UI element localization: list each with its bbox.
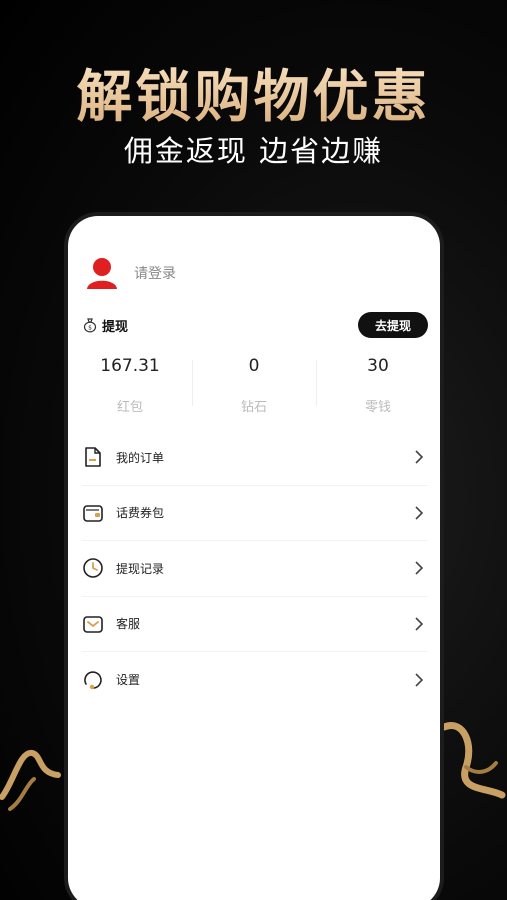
message-icon xyxy=(82,613,104,635)
app-screen: 请登录 $ 提现 去提现 167.31 红包 0 钻石 30 零钱 我的订单 话… xyxy=(68,216,440,900)
chevron-right-icon xyxy=(415,450,424,464)
stat-label: 红包 xyxy=(116,400,143,415)
stat-diamond[interactable]: 0 钻石 xyxy=(192,356,316,415)
money-bag-icon: $ xyxy=(83,318,97,333)
menu-item-customer-service[interactable]: 客服 xyxy=(82,597,428,652)
order-icon xyxy=(82,446,104,468)
ribbon-right-decoration xyxy=(440,722,506,799)
stat-change[interactable]: 30 零钱 xyxy=(316,356,440,415)
menu-item-label: 我的订单 xyxy=(116,450,165,465)
withdraw-button[interactable]: 去提现 xyxy=(358,312,428,338)
menu-item-orders[interactable]: 我的订单 xyxy=(82,430,428,486)
menu-item-label: 话费券包 xyxy=(116,506,165,521)
withdraw-label: 提现 xyxy=(102,319,129,335)
menu-item-settings[interactable]: 设置 xyxy=(82,652,428,708)
stat-label: 零钱 xyxy=(364,400,391,415)
settings-icon xyxy=(82,669,104,691)
wallet-icon xyxy=(82,502,104,524)
stat-red-packet[interactable]: 167.31 红包 xyxy=(68,356,192,415)
menu-item-label: 设置 xyxy=(116,673,141,688)
login-prompt[interactable]: 请登录 xyxy=(134,263,176,283)
ribbon-left-decoration xyxy=(0,750,61,811)
stat-label: 钻石 xyxy=(240,400,267,415)
menu-item-label: 客服 xyxy=(116,617,141,632)
stat-value: 0 xyxy=(248,356,260,376)
chevron-right-icon xyxy=(415,561,424,575)
stat-value: 167.31 xyxy=(100,356,160,376)
phone-frame: 请登录 $ 提现 去提现 167.31 红包 0 钻石 30 零钱 我的订单 话… xyxy=(64,212,444,900)
balance-stats: 167.31 红包 0 钻石 30 零钱 xyxy=(68,356,440,415)
login-row[interactable]: 请登录 xyxy=(86,256,176,290)
menu-list: 我的订单 话费券包 提现记录 客服 设置 xyxy=(82,430,428,708)
menu-item-withdraw-history[interactable]: 提现记录 xyxy=(82,541,428,597)
svg-text:$: $ xyxy=(88,325,92,332)
chevron-right-icon xyxy=(415,673,424,687)
chevron-right-icon xyxy=(415,506,424,520)
avatar-icon xyxy=(87,258,117,289)
menu-item-coupon-wallet[interactable]: 话费券包 xyxy=(82,486,428,541)
hero-title: 解锁购物优惠 xyxy=(0,52,507,133)
hero-subtitle: 佣金返现 边省边赚 xyxy=(123,134,384,168)
clock-icon xyxy=(82,557,104,579)
chevron-right-icon xyxy=(415,617,424,631)
menu-item-label: 提现记录 xyxy=(116,561,165,576)
stat-value: 30 xyxy=(367,356,389,376)
withdraw-row: $ 提现 去提现 xyxy=(82,312,428,338)
